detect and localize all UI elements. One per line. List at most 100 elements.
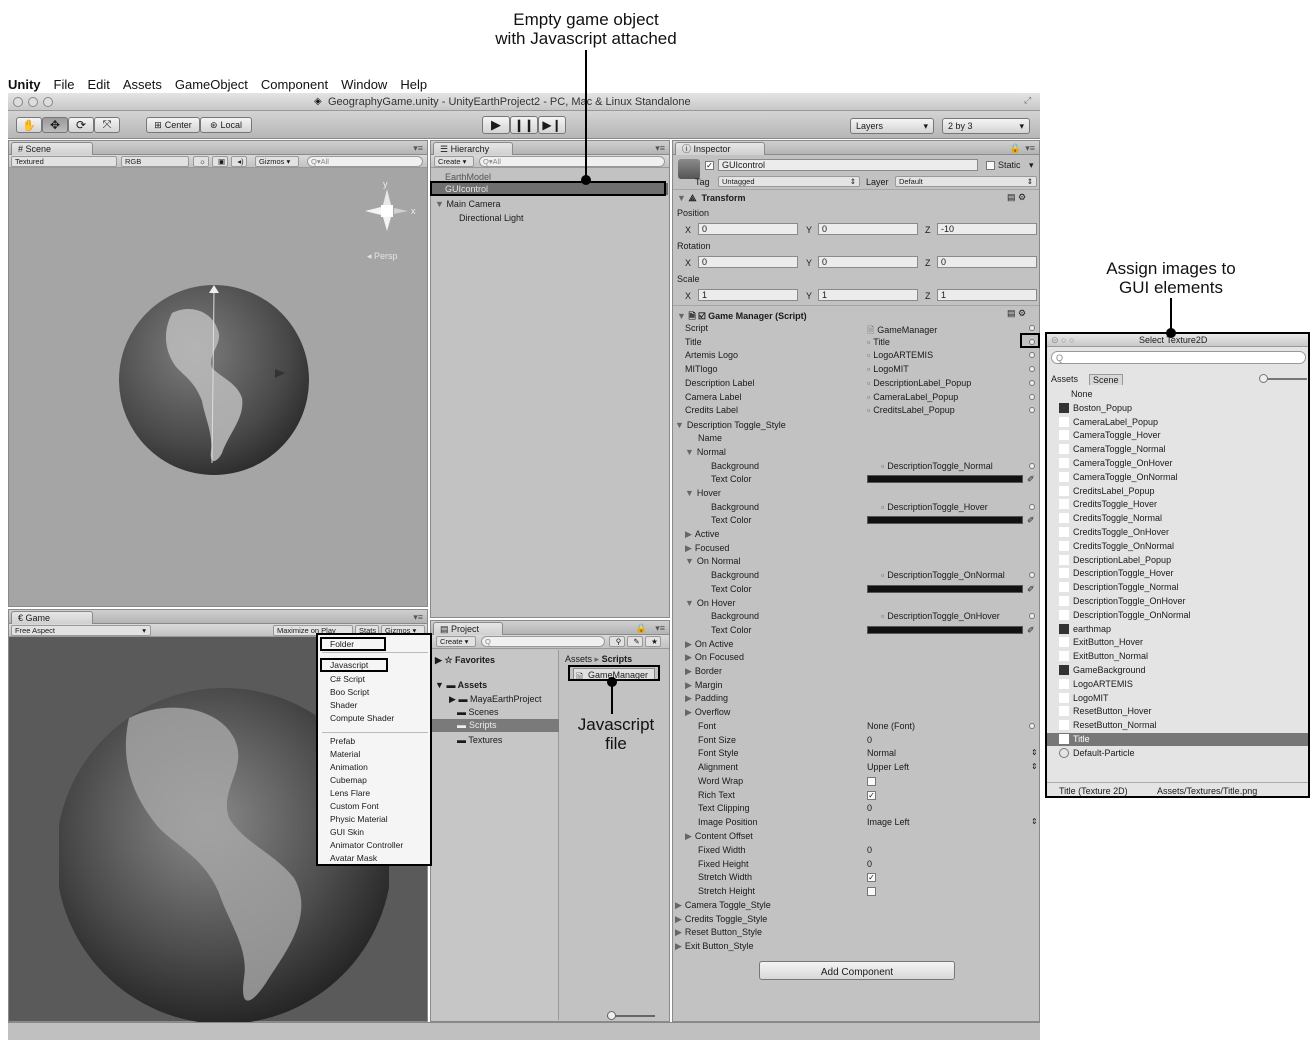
menu-edit[interactable]: Edit bbox=[87, 77, 109, 92]
prop-value[interactable]: None (Font) bbox=[867, 721, 915, 731]
scale-tool-button[interactable]: ⤧ bbox=[94, 117, 120, 133]
layout-dropdown[interactable]: 2 by 3 ▾ bbox=[942, 118, 1030, 134]
object-picker-icon[interactable] bbox=[1029, 613, 1035, 619]
texture-item[interactable]: ExitButton_Normal bbox=[1047, 650, 1308, 663]
assets-root[interactable]: ▼ ▬ Assets bbox=[435, 680, 487, 690]
style-section-credits-toggle-style[interactable]: ▶ Credits Toggle_Style bbox=[675, 914, 767, 925]
tree-item-mayaearthproject[interactable]: ▶ ▬ MayaEarthProject bbox=[449, 694, 541, 705]
object-picker-icon[interactable] bbox=[1029, 572, 1035, 578]
menu-unity[interactable]: Unity bbox=[8, 77, 41, 92]
lock-icon[interactable]: 🔒 bbox=[636, 623, 647, 634]
eyedropper-icon[interactable]: ✐ bbox=[1027, 474, 1035, 485]
menu-item-gui-skin[interactable]: GUI Skin bbox=[330, 827, 364, 837]
background-field[interactable]: ▫ DescriptionToggle_OnNormal bbox=[881, 570, 1005, 580]
image-toggle[interactable]: ▣ bbox=[212, 156, 228, 167]
texture-item[interactable]: DescriptionToggle_Hover bbox=[1047, 567, 1308, 580]
texture-item[interactable]: CreditsToggle_OnNormal bbox=[1047, 540, 1308, 553]
lighting-toggle[interactable]: ☼ bbox=[193, 156, 209, 167]
play-button[interactable]: ▶ bbox=[482, 116, 510, 134]
object-picker-icon[interactable] bbox=[1029, 407, 1035, 414]
tree-item-scenes[interactable]: ▬ Scenes bbox=[457, 707, 499, 717]
picker-tab-scene[interactable]: Scene bbox=[1089, 374, 1123, 385]
prop-value[interactable]: Upper Left bbox=[867, 762, 909, 772]
prop-value[interactable]: 0 bbox=[867, 845, 872, 855]
minimize-window-icon[interactable] bbox=[28, 97, 38, 107]
texture-item[interactable]: Boston_Popup bbox=[1047, 402, 1308, 415]
project-create-button[interactable]: Create ▾ bbox=[436, 636, 476, 647]
menu-assets[interactable]: Assets bbox=[123, 77, 162, 92]
object-picker-icon[interactable] bbox=[1029, 463, 1035, 469]
scene-earth-globe[interactable] bbox=[117, 283, 311, 477]
rich-text-checkbox[interactable]: ✓ bbox=[867, 790, 876, 800]
enabled-checkbox[interactable]: ☑ bbox=[698, 311, 705, 321]
object-picker-icon[interactable] bbox=[1029, 723, 1035, 729]
menu-item-compute-shader[interactable]: Compute Shader bbox=[330, 713, 394, 723]
texture-item[interactable]: DescriptionToggle_OnHover bbox=[1047, 595, 1308, 608]
filter-label-button[interactable]: ✎ bbox=[627, 636, 643, 647]
static-dropdown-icon[interactable]: ▾ bbox=[1029, 160, 1034, 171]
layer-dropdown[interactable]: Default ⇕ bbox=[895, 176, 1037, 187]
menu-item-shader[interactable]: Shader bbox=[330, 700, 357, 710]
tab-game[interactable]: € Game bbox=[11, 611, 93, 624]
slider-knob[interactable] bbox=[607, 1011, 616, 1020]
favorite-button[interactable]: ★ bbox=[645, 636, 661, 647]
hierarchy-item-main-camera[interactable]: ▼ Main Camera bbox=[435, 199, 500, 209]
menu-item-avatar-mask[interactable]: Avatar Mask bbox=[330, 853, 377, 863]
stretch-height-checkbox[interactable] bbox=[867, 887, 876, 897]
audio-toggle[interactable]: ◂) bbox=[231, 156, 247, 167]
texture-item[interactable]: CreditsToggle_Hover bbox=[1047, 498, 1308, 511]
stretch-width-checkbox[interactable]: ✓ bbox=[867, 873, 876, 883]
text-color-swatch[interactable] bbox=[867, 516, 1023, 524]
menu-item-physic-material[interactable]: Physic Material bbox=[330, 814, 388, 824]
texture-item[interactable]: CameraLabel_Popup bbox=[1047, 416, 1308, 429]
static-checkbox[interactable] bbox=[986, 161, 995, 170]
texture-item[interactable]: LogoARTEMIS bbox=[1047, 678, 1308, 691]
texture-item[interactable]: CameraToggle_Normal bbox=[1047, 443, 1308, 456]
panel-menu-icon[interactable]: ▾≡ bbox=[655, 143, 665, 154]
scene-search-input[interactable]: Q▾All bbox=[307, 156, 423, 167]
position-z-field[interactable]: -10 bbox=[937, 223, 1037, 235]
texture-item[interactable]: CreditsToggle_Normal bbox=[1047, 512, 1308, 525]
object-field[interactable]: ▫ LogoARTEMIS bbox=[867, 350, 1027, 360]
picker-tab-assets[interactable]: Assets bbox=[1051, 374, 1078, 384]
on-focused-header[interactable]: ▶ On Focused bbox=[685, 652, 744, 663]
object-picker-icon[interactable] bbox=[1029, 366, 1035, 373]
breadcrumb-scripts[interactable]: Scripts bbox=[602, 654, 633, 664]
object-field[interactable]: ▫ CreditsLabel_Popup bbox=[867, 405, 1027, 415]
object-picker-icon[interactable] bbox=[1029, 325, 1035, 331]
texture-item[interactable]: GameBackground bbox=[1047, 664, 1308, 677]
dropdown-arrows-icon[interactable]: ⇕ bbox=[1031, 817, 1038, 826]
rotate-tool-button[interactable]: ⟳ bbox=[68, 117, 94, 133]
texture-item[interactable]: None bbox=[1047, 388, 1308, 401]
on-hover-header[interactable]: ▼ On Hover bbox=[685, 598, 735, 608]
filter-type-button[interactable]: ⚲ bbox=[609, 636, 625, 647]
eyedropper-icon[interactable]: ✐ bbox=[1027, 584, 1035, 595]
project-search-input[interactable]: Q bbox=[481, 636, 605, 647]
pivot-local-button[interactable]: ⊛ Local bbox=[200, 117, 252, 133]
position-x-field[interactable]: 0 bbox=[698, 223, 798, 235]
menu-item-animator-controller[interactable]: Animator Controller bbox=[330, 840, 403, 850]
active-checkbox[interactable]: ✓ bbox=[705, 161, 714, 170]
rotation-z-field[interactable]: 0 bbox=[937, 256, 1037, 268]
texture-item[interactable]: CameraToggle_OnNormal bbox=[1047, 471, 1308, 484]
tab-hierarchy[interactable]: ☰ Hierarchy bbox=[433, 142, 513, 155]
object-field[interactable]: ▫ CameraLabel_Popup bbox=[867, 392, 1027, 402]
texture-item[interactable]: Default-Particle bbox=[1047, 747, 1308, 760]
add-component-button[interactable]: Add Component bbox=[759, 961, 955, 980]
menu-help[interactable]: Help bbox=[400, 77, 427, 92]
hierarchy-create-button[interactable]: Create ▾ bbox=[434, 156, 474, 167]
component-settings-icons[interactable]: ▤ ⚙ bbox=[1007, 308, 1026, 319]
tag-dropdown[interactable]: Untagged ⇕ bbox=[718, 176, 860, 187]
content-offset-header[interactable]: ▶ Content Offset bbox=[685, 831, 753, 842]
transform-header[interactable]: ▼ ⟁ Transform bbox=[677, 193, 746, 204]
style-section-camera-toggle-style[interactable]: ▶ Camera Toggle_Style bbox=[675, 900, 771, 911]
menu-item-animation[interactable]: Animation bbox=[330, 762, 368, 772]
favorites-row[interactable]: ▶ ☆ Favorites bbox=[435, 655, 495, 666]
section-margin[interactable]: ▶ Margin bbox=[685, 680, 722, 691]
object-field[interactable]: ▫ Title bbox=[867, 337, 1027, 347]
texture-item[interactable]: LogoMIT bbox=[1047, 692, 1308, 705]
background-field[interactable]: ▫ DescriptionToggle_Hover bbox=[881, 502, 988, 512]
menu-item-boo-script[interactable]: Boo Script bbox=[330, 687, 369, 697]
panel-menu-icon[interactable]: ▾≡ bbox=[413, 612, 423, 623]
render-mode-dropdown[interactable]: Textured bbox=[11, 156, 117, 167]
